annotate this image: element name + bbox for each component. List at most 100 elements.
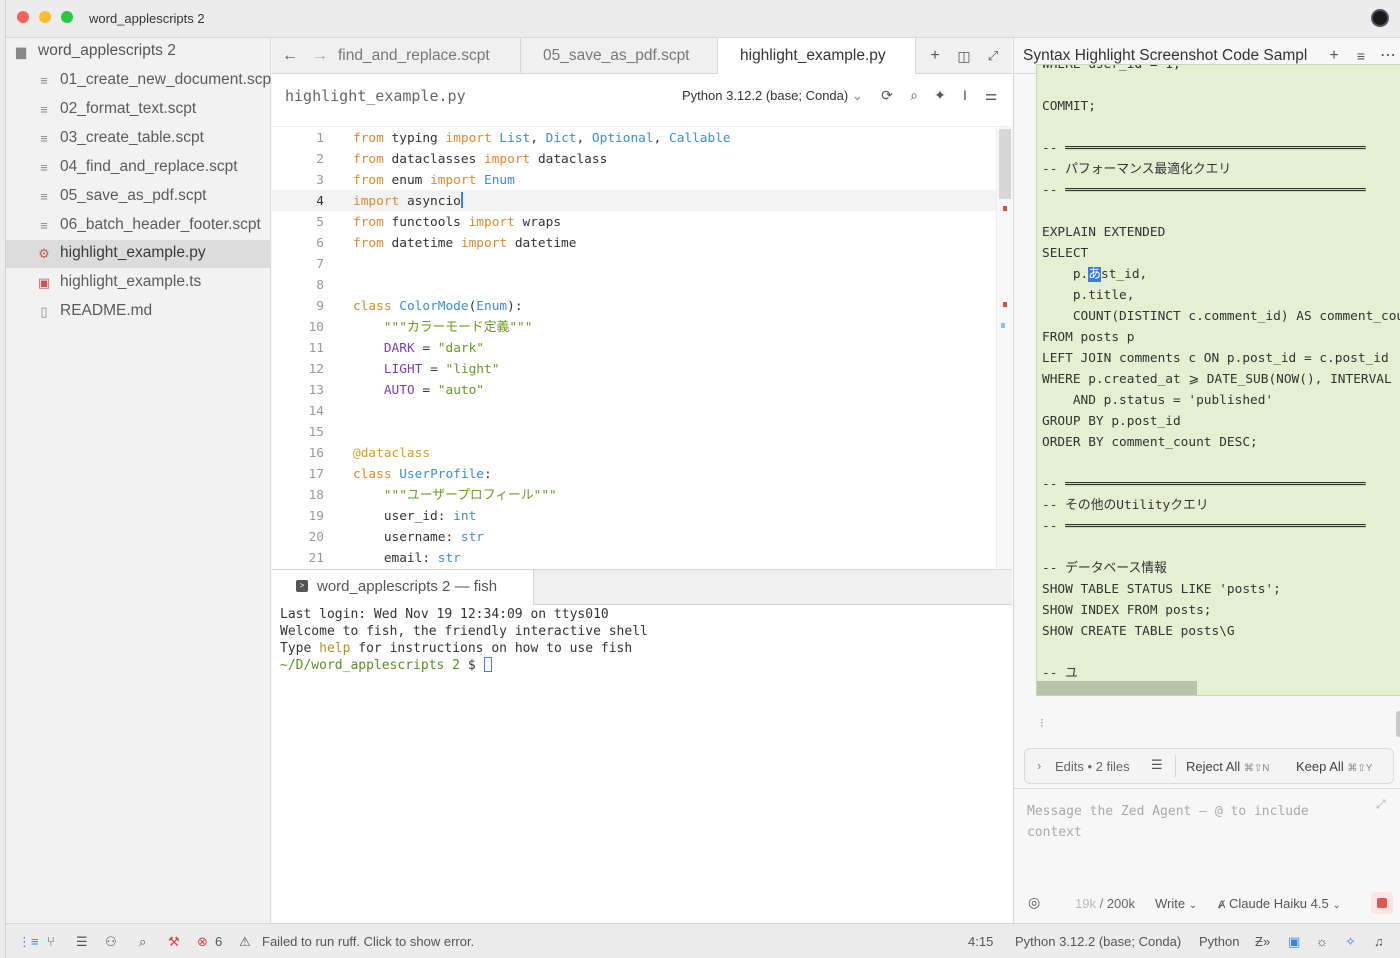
code-line: email: str — [353, 551, 461, 566]
language-mode[interactable]: Python — [1199, 934, 1239, 949]
stop-button[interactable] — [1371, 892, 1393, 914]
error-circle-icon[interactable]: ⊗ — [197, 934, 208, 950]
sql-line: SHOW INDEX FROM posts; — [1042, 603, 1212, 618]
sidebar-file-item[interactable]: ≡ 06_batch_header_footer.scpt — [6, 212, 271, 240]
sidebar-file-item[interactable]: ▯ README.md — [6, 298, 271, 326]
line-number: 8 — [316, 278, 324, 293]
line-number: 3 — [316, 173, 324, 188]
help-word: help — [319, 641, 351, 656]
reject-all-button[interactable]: Reject All ⌘⇧N — [1186, 759, 1269, 774]
line-number: 9 — [316, 299, 324, 314]
file-label: 04_find_and_replace.scpt — [60, 158, 238, 175]
drag-handle-icon[interactable]: ⁝ — [1040, 716, 1044, 730]
git-branch-icon[interactable]: ⑂ — [47, 934, 55, 949]
sidebar-file-item[interactable]: ▣ highlight_example.ts — [6, 269, 271, 297]
scroll-thumb[interactable] — [999, 129, 1011, 199]
code-line: LIGHT = "light" — [383, 362, 500, 377]
editor-scrollbar[interactable] — [996, 127, 1012, 569]
code-area[interactable]: 1 2 3 4 5 6 7 8 9 10 11 12 13 14 15 16 17 18 19 20 21 from t… — [272, 126, 1012, 569]
lsp-error-icon[interactable]: ⚒ — [168, 934, 180, 950]
code-line: import asyncio — [353, 192, 463, 209]
sql-line: FROM posts p — [1042, 330, 1135, 345]
tab-save-as-pdf[interactable]: 05_save_as_pdf.scpt — [521, 38, 718, 74]
notification-bell-icon[interactable]: ♫ — [1374, 934, 1384, 949]
mode-selector[interactable]: Write ⌄ — [1155, 896, 1197, 911]
terminal-toggle-icon[interactable]: ▣ — [1288, 934, 1300, 950]
cursor-position[interactable]: 4:15 — [968, 934, 993, 949]
tokens-used: 19k — [1075, 896, 1096, 911]
sidebar-file-item[interactable]: ≡ 05_save_as_pdf.scpt — [6, 183, 271, 211]
project-root[interactable]: ▆ word_applescripts 2 — [6, 38, 271, 66]
python-env-status[interactable]: Python 3.12.2 (base; Conda) — [1015, 934, 1181, 949]
terminal-tab[interactable]: > word_applescripts 2 — fish — [272, 570, 534, 605]
sidebar-file-item[interactable]: ≡ 02_format_text.scpt — [6, 96, 271, 124]
tokens-separator: / — [1095, 896, 1107, 911]
review-list-icon[interactable]: ☰ — [1151, 757, 1163, 773]
error-count[interactable]: 6 — [215, 934, 222, 949]
outline-icon[interactable]: ☰ — [76, 934, 88, 950]
zoom-window-button[interactable] — [61, 11, 73, 23]
sql-line: -- その他のUtilityクエリ — [1042, 498, 1209, 513]
sidebar-file-item[interactable]: ≡ 04_find_and_replace.scpt — [6, 154, 271, 182]
breadcrumb[interactable]: highlight_example.py — [285, 87, 466, 105]
debug-bug-icon[interactable]: ☼ — [1316, 934, 1328, 949]
app-window: word_applescripts 2 ▆ word_applescripts … — [5, 0, 1400, 958]
more-options-icon[interactable]: ⋯ — [1378, 46, 1398, 66]
keep-all-button[interactable]: Keep All ⌘⇧Y — [1296, 759, 1372, 774]
python-env-selector[interactable]: Python 3.12.2 (base; Conda) ⌄ — [682, 88, 863, 104]
code-line: from dataclasses import dataclass — [353, 152, 608, 167]
project-panel-icon[interactable]: ⋮≡ — [18, 934, 39, 950]
sync-icon[interactable]: ⟳ — [878, 86, 896, 104]
sliders-icon[interactable]: ⚌ — [982, 86, 1000, 104]
close-window-button[interactable] — [17, 11, 29, 23]
ime-composition-highlight: あ — [1088, 267, 1102, 282]
back-arrow-icon[interactable]: ← — [280, 46, 300, 66]
panel-scrollbar[interactable] — [1396, 711, 1400, 737]
expand-icon[interactable]: ⤢ — [1376, 797, 1386, 812]
context-target-icon[interactable]: ◎ — [1028, 894, 1040, 911]
edits-label[interactable]: Edits • 2 files — [1055, 759, 1130, 774]
format-icon[interactable]: Ƶ» — [1255, 934, 1270, 949]
split-pane-icon[interactable]: ◫ — [954, 46, 974, 66]
sidebar-file-item-active[interactable]: ⚙ highlight_example.py — [6, 240, 271, 268]
text-cursor-icon[interactable]: I — [956, 86, 974, 104]
folder-icon: ▆ — [16, 44, 26, 59]
line-number: 19 — [308, 509, 324, 524]
warning-icon[interactable]: ⚠ — [239, 934, 251, 950]
search-icon[interactable]: ⌕ — [139, 934, 146, 950]
agent-sparkle-icon[interactable]: ✧ — [1345, 934, 1356, 950]
code-line: user_id: int — [353, 509, 477, 524]
status-message[interactable]: Failed to run ruff. Click to show error. — [262, 934, 474, 949]
message-input[interactable]: Message the Zed Agent — @ to include con… — [1027, 801, 1347, 843]
sidebar-file-item[interactable]: ≡ 01_create_new_document.scpt — [6, 67, 271, 95]
tab-find-and-replace[interactable]: find_and_replace.scpt — [338, 38, 521, 74]
line-number: 5 — [316, 215, 324, 230]
model-selector[interactable]: Ⱥ Claude Haiku 4.5 ⌄ — [1218, 896, 1341, 911]
line-number: 18 — [308, 488, 324, 503]
code-editor[interactable]: highlight_example.py Python 3.12.2 (base… — [272, 74, 1012, 569]
minimize-window-button[interactable] — [39, 11, 51, 23]
line-number: 2 — [316, 152, 324, 167]
new-tab-plus-icon[interactable]: + — [925, 46, 945, 66]
tokens-total: 200k — [1106, 896, 1136, 911]
search-icon[interactable]: ⌕ — [905, 86, 923, 104]
terminal[interactable]: Last login: Wed Nov 19 12:34:09 on ttys0… — [272, 605, 1012, 923]
maximize-icon[interactable]: ⤢ — [983, 46, 1003, 66]
sidebar-file-item[interactable]: ≡ 03_create_table.scpt — [6, 125, 271, 153]
code-line: """カラーモード定義""" — [383, 320, 533, 335]
code-line: """ユーザープロフィール""" — [383, 488, 557, 503]
sparkle-icon[interactable]: ✦ — [931, 86, 949, 104]
line-number: 7 — [316, 257, 324, 272]
sql-line: GROUP BY p.post_id — [1042, 414, 1181, 429]
collab-icon[interactable]: ⚇ — [105, 934, 117, 950]
divider — [1175, 755, 1176, 777]
new-thread-plus-icon[interactable]: + — [1324, 46, 1344, 66]
collab-avatar-icon[interactable] — [1371, 9, 1389, 27]
sql-scroll-thumb[interactable] — [1037, 681, 1197, 695]
sql-line: WHERE p.created_at ⩾ DATE_SUB(NOW(), INT… — [1042, 372, 1392, 387]
tab-highlight-example[interactable]: highlight_example.py — [718, 38, 916, 75]
menu-lines-icon[interactable]: ≡ — [1351, 46, 1371, 66]
forward-arrow-icon[interactable]: → — [310, 46, 330, 66]
code-line: username: str — [353, 530, 484, 545]
chevron-right-icon[interactable]: › — [1037, 758, 1041, 773]
